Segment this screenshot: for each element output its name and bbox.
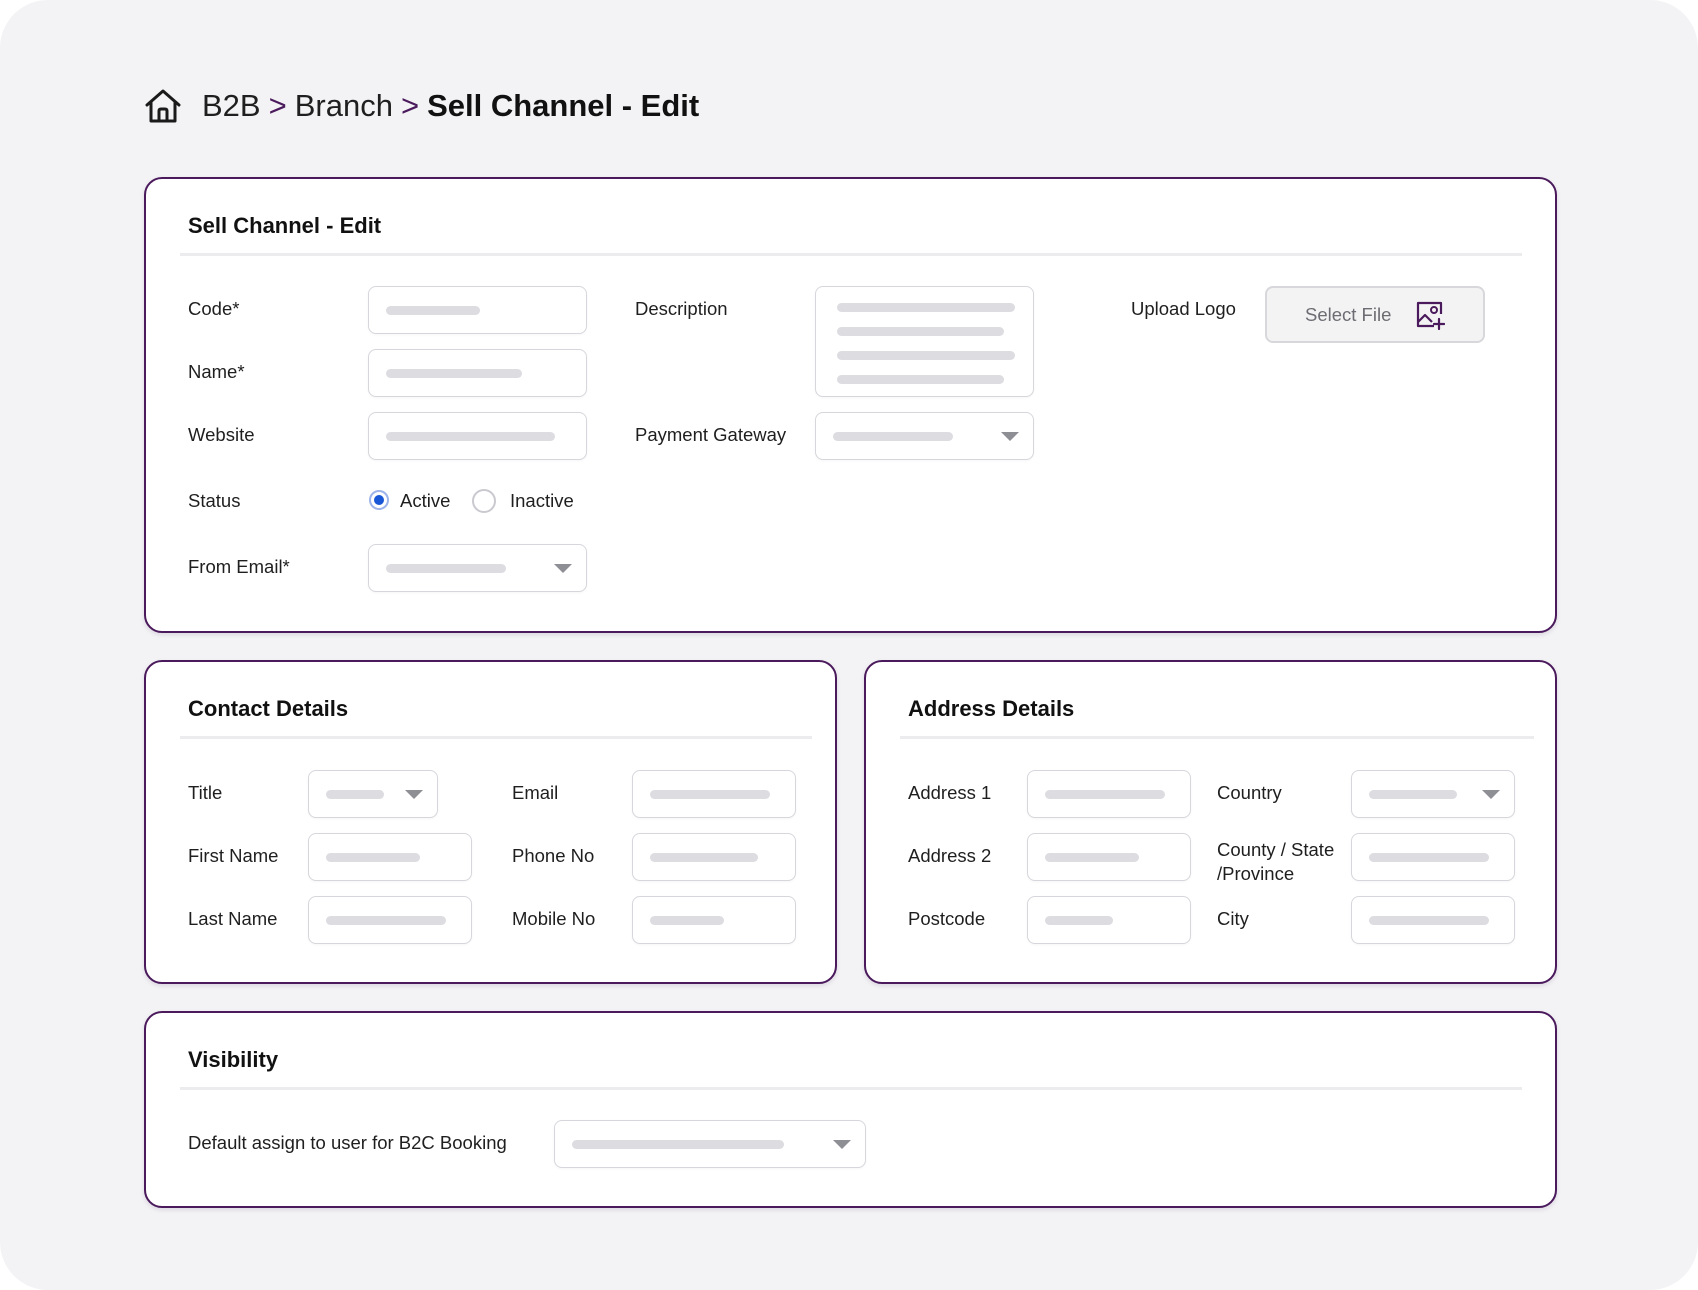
email-input[interactable] (632, 770, 796, 818)
breadcrumb: B2B > Branch > Sell Channel - Edit (144, 84, 699, 128)
page-background: B2B > Branch > Sell Channel - Edit Sell … (0, 0, 1698, 1290)
from-email-label: From Email* (188, 556, 290, 577)
payment-gateway-select[interactable] (815, 412, 1034, 460)
upload-logo-label: Upload Logo (1131, 298, 1236, 319)
from-email-select[interactable] (368, 544, 587, 592)
name-label: Name* (188, 361, 245, 382)
title-select[interactable] (308, 770, 438, 818)
card-divider (180, 253, 1522, 256)
card-divider (180, 1087, 1522, 1090)
default-assign-select[interactable] (554, 1120, 866, 1168)
select-file-label: Select File (1305, 304, 1392, 325)
card-title: Address Details (908, 696, 1075, 721)
sell-channel-card: Sell Channel - Edit Code* Name* Website … (144, 177, 1557, 633)
chevron-down-icon (1482, 790, 1500, 799)
contact-details-card: Contact Details Title First Name Last Na… (144, 660, 837, 984)
select-file-button[interactable]: Select File (1265, 286, 1485, 343)
county-label-line2: /Province (1217, 863, 1295, 884)
country-label: Country (1217, 782, 1282, 803)
status-inactive-label[interactable]: Inactive (510, 489, 574, 513)
chevron-down-icon (554, 564, 572, 573)
code-input[interactable] (368, 286, 587, 334)
breadcrumb-current: Sell Channel - Edit (427, 88, 700, 123)
phone-input[interactable] (632, 833, 796, 881)
code-label: Code* (188, 298, 240, 319)
status-active-radio[interactable] (369, 490, 389, 510)
description-textarea[interactable] (815, 286, 1034, 397)
last-name-label: Last Name (188, 908, 278, 929)
title-label: Title (188, 782, 223, 803)
first-name-input[interactable] (308, 833, 472, 881)
status-label: Status (188, 490, 241, 511)
website-input[interactable] (368, 412, 587, 460)
payment-gateway-label: Payment Gateway (635, 424, 787, 445)
breadcrumb-item-branch[interactable]: Branch (295, 88, 393, 124)
card-title: Visibility (188, 1047, 279, 1072)
postcode-input[interactable] (1027, 896, 1191, 944)
county-input[interactable] (1351, 833, 1515, 881)
city-input[interactable] (1351, 896, 1515, 944)
country-select[interactable] (1351, 770, 1515, 818)
name-input[interactable] (368, 349, 587, 397)
card-divider (180, 736, 812, 739)
mobile-input[interactable] (632, 896, 796, 944)
county-label-line1: County / State (1217, 839, 1335, 860)
breadcrumb-item-b2b[interactable]: B2B (202, 88, 261, 124)
chevron-down-icon (1001, 432, 1019, 441)
status-active-label[interactable]: Active (400, 489, 450, 513)
breadcrumb-separator: > (268, 88, 287, 123)
mobile-label: Mobile No (512, 908, 596, 929)
status-inactive-radio[interactable] (472, 489, 496, 513)
email-label: Email (512, 782, 559, 803)
city-label: City (1217, 908, 1249, 929)
address2-label: Address 2 (908, 845, 992, 866)
website-label: Website (188, 424, 255, 445)
county-label: County / State /Province (1217, 838, 1334, 886)
address1-label: Address 1 (908, 782, 992, 803)
first-name-label: First Name (188, 845, 279, 866)
address2-input[interactable] (1027, 833, 1191, 881)
description-label: Description (635, 298, 728, 319)
image-add-icon (1416, 301, 1445, 330)
default-assign-label: Default assign to user for B2C Booking (188, 1132, 507, 1153)
card-title: Contact Details (188, 696, 349, 721)
visibility-card: Visibility Default assign to user for B2… (144, 1011, 1557, 1208)
chevron-down-icon (833, 1140, 851, 1149)
phone-label: Phone No (512, 845, 595, 866)
card-divider (900, 736, 1534, 739)
address-details-card: Address Details Address 1 Address 2 Post… (864, 660, 1557, 984)
card-title: Sell Channel - Edit (188, 213, 382, 238)
last-name-input[interactable] (308, 896, 472, 944)
postcode-label: Postcode (908, 908, 986, 929)
breadcrumb-separator: > (400, 88, 420, 123)
address1-input[interactable] (1027, 770, 1191, 818)
home-icon[interactable] (144, 88, 182, 124)
chevron-down-icon (405, 790, 423, 799)
